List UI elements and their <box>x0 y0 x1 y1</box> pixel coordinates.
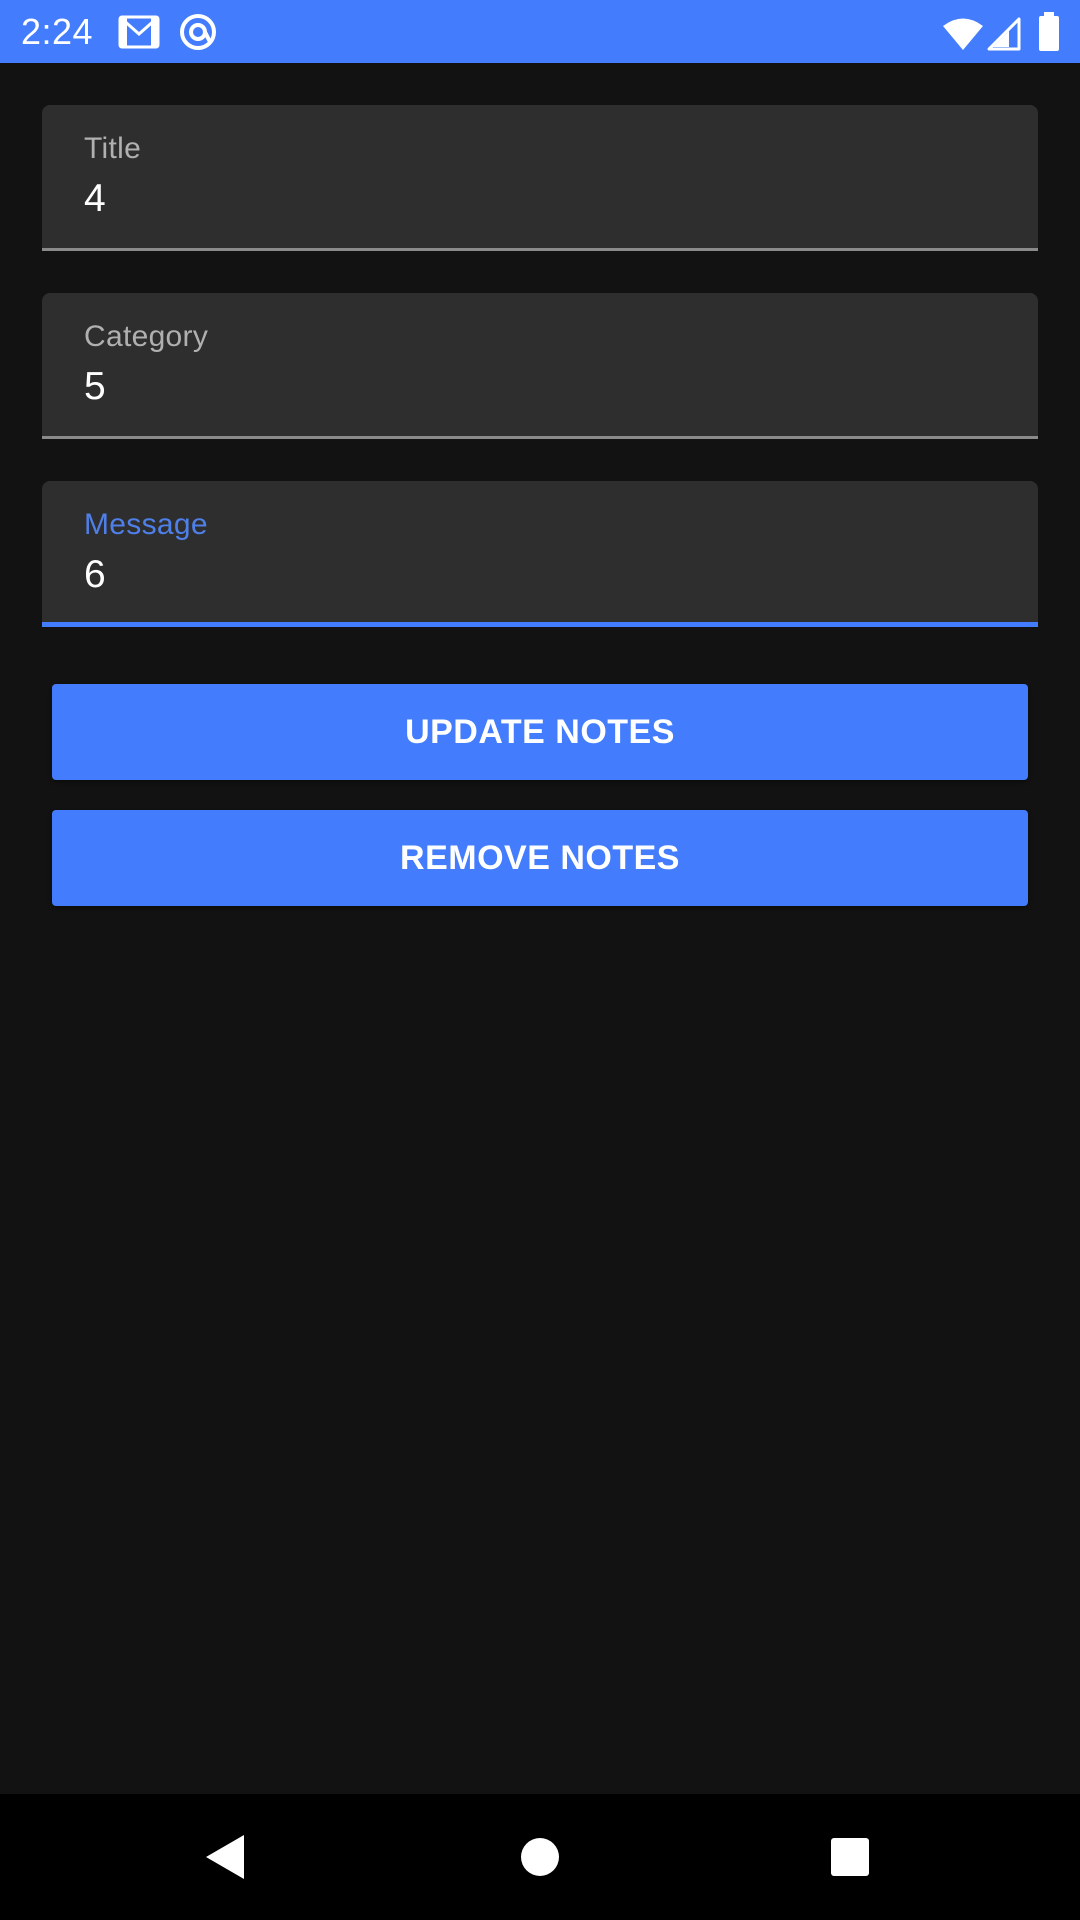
circle-at-icon <box>180 14 216 50</box>
gmail-icon <box>118 15 160 49</box>
signal-icon <box>987 17 1021 51</box>
message-input[interactable] <box>84 551 984 599</box>
remove-notes-button[interactable]: REMOVE NOTES <box>52 810 1028 906</box>
status-bar: 2:24 <box>0 0 1080 63</box>
wifi-icon <box>943 18 983 50</box>
status-time: 2:24 <box>21 11 94 52</box>
update-notes-button[interactable]: UPDATE NOTES <box>52 684 1028 780</box>
title-field-underline <box>42 248 1038 251</box>
title-field-label: Title <box>84 132 142 165</box>
title-field[interactable]: Title <box>42 105 1038 251</box>
notes-edit-screen: 2:24 Title Category <box>0 0 1080 1920</box>
message-field-underline <box>42 622 1038 627</box>
category-field-underline <box>42 436 1038 439</box>
category-field[interactable]: Category <box>42 293 1038 439</box>
back-icon[interactable] <box>200 1827 260 1887</box>
message-field-label: Message <box>84 508 208 541</box>
category-field-label: Category <box>84 320 209 353</box>
navigation-bar <box>0 1794 1080 1920</box>
category-input[interactable] <box>84 363 984 411</box>
title-input[interactable] <box>84 175 984 223</box>
battery-icon <box>1039 12 1059 51</box>
message-field[interactable]: Message <box>42 481 1038 627</box>
home-icon[interactable] <box>510 1827 570 1887</box>
recents-icon[interactable] <box>820 1827 880 1887</box>
